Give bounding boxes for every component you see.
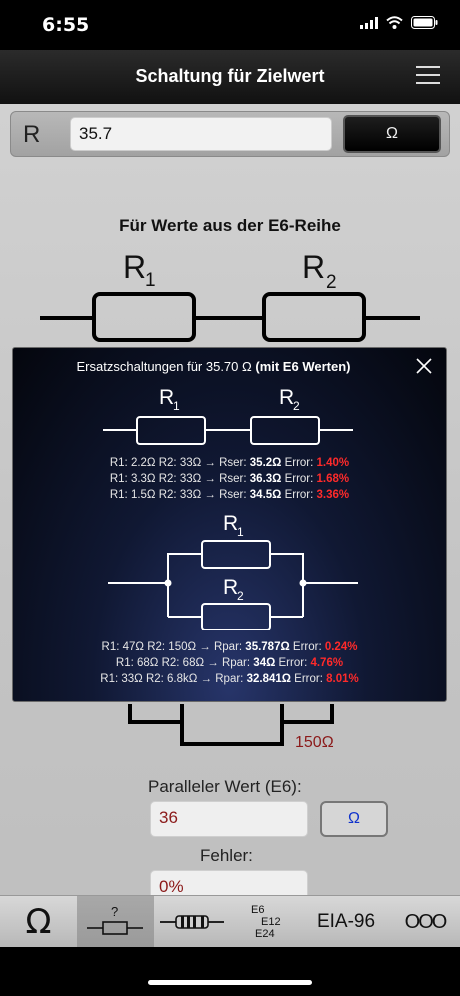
series-result-1: R1: 2.2Ω R2: 33Ω → Rser: 35.2Ω Error: 1.… [109,457,350,469]
series-result-3: R1: 1.5Ω R2: 33Ω → Rser: 34.5Ω Error: 3.… [109,489,350,501]
tab-ohm[interactable]: Ω [0,896,77,948]
svg-text:?: ? [111,904,118,919]
parallel-unit-button[interactable]: Ω [320,801,388,837]
r1-sub: 1 [145,270,156,291]
svg-text:R: R [279,386,294,409]
parallel-value-field: 36 [150,801,308,837]
series-circuit-diagram: R 1 R 2 [40,249,420,342]
status-time: 6:55 [42,14,90,36]
menu-button[interactable] [416,66,440,86]
equivalent-circuits-popup: Ersatzschaltungen für 35.70 Ω (mit E6 We… [12,347,447,702]
popup-title: Ersatzschaltungen für 35.70 Ω (mit E6 We… [76,359,351,374]
signal-icon [360,16,378,29]
navigation-bar: Schaltung für Zielwert [0,50,460,104]
r2-value-label: 150Ω [295,734,334,751]
popup-series-diagram: R 1 R 2 [103,386,353,445]
svg-text:1: 1 [237,525,244,539]
close-icon[interactable] [414,356,434,376]
battery-icon [411,16,438,29]
svg-text:2: 2 [237,589,244,603]
resistance-input-bar: R 35.7 Ω [10,111,450,157]
parallel-value-label: Paralleler Wert (E6): [148,777,302,796]
r2-label: R [302,249,325,285]
resistance-label: R [23,121,41,148]
svg-text:R: R [223,512,238,535]
svg-text:R: R [223,576,238,599]
error-label: Fehler: [200,846,253,865]
series-heading: Für Werte aus der E6-Reihe [119,216,341,235]
series-result-2: R1: 3.3Ω R2: 33Ω → Rser: 36.3Ω Error: 1.… [109,473,350,485]
r2-resistor [262,292,366,342]
parallel-result-2: R1: 68Ω R2: 68Ω → Rpar: 34Ω Error: 4.76% [115,657,344,669]
resistance-input[interactable]: 35.7 [70,117,332,151]
tab-more[interactable]: OOO [390,896,460,948]
parallel-result-1: R1: 47Ω R2: 150Ω → Rpar: 35.787Ω Error: … [101,641,358,653]
resistor-question-icon: ? [87,904,143,935]
popup-parallel-diagram: R 1 R 2 [108,512,358,630]
svg-text:1: 1 [173,399,180,413]
wifi-icon [386,16,403,29]
tab-bar: Ω ? E6 E12 E24 EIA-96 OOO [0,895,460,948]
status-icons [360,16,438,29]
tab-eia-96[interactable]: EIA-96 [306,896,386,948]
svg-text:R: R [159,386,174,409]
resistor-color-icon [160,915,224,929]
status-bar: 6:55 [0,0,460,50]
r1-label: R [123,249,146,285]
parallel-circuit-diagram [128,704,334,746]
tab-e-series[interactable]: E6 E12 E24 [231,896,306,948]
tab-color-code[interactable] [154,896,231,948]
menu-icon [416,66,440,68]
page-title: Schaltung für Zielwert [135,66,325,86]
home-area [0,947,460,996]
unit-button[interactable]: Ω [343,115,441,153]
r1-resistor [92,292,196,342]
home-indicator [148,980,312,985]
svg-text:2: 2 [293,399,300,413]
r2-sub: 2 [326,272,337,293]
tab-target-value[interactable]: ? [77,896,154,948]
parallel-result-3: R1: 33Ω R2: 6.8kΩ → Rpar: 32.841Ω Error:… [100,673,359,685]
